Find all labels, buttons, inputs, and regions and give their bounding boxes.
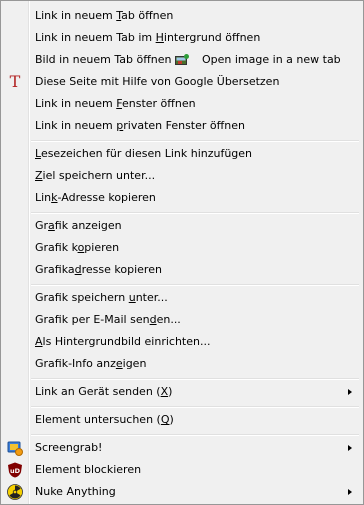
submenu-arrow-icon [348,489,352,495]
ublock-icon: uD [8,462,22,478]
submenu-arrow-icon [348,389,352,395]
menu-item-label: Grafik-Info anzeigen [35,357,147,370]
menu-item-copy-image[interactable]: Grafik kopieren [1,237,363,259]
menu-item-extra-label: Open image in a new tab [202,53,341,66]
menu-item-label: Lesezeichen für diesen Link hinzufügen [35,147,253,160]
translate-icon: T [9,72,21,91]
menu-item-label: Grafikadresse kopieren [35,263,162,276]
menu-item-google-translate[interactable]: T Diese Seite mit Hilfe von Google Übers… [1,71,363,93]
menu-item-open-link-new-window[interactable]: Link in neuem Fenster öffnen [1,93,363,115]
menu-item-send-link-to-device[interactable]: Link an Gerät senden (X) [1,381,363,403]
menu-item-label: Nuke Anything [35,485,116,498]
menu-item-label: Ziel speichern unter... [35,169,156,182]
menu-item-label: Element blockieren [35,463,142,476]
menu-item-label: Link in neuem Fenster öffnen [35,97,196,110]
menu-item-label: Link-Adresse kopieren [35,191,156,204]
menu-item-copy-link-address[interactable]: Link-Adresse kopieren [1,187,363,209]
menu-item-save-link-as[interactable]: Ziel speichern unter... [1,165,363,187]
menu-item-view-image-info[interactable]: Grafik-Info anzeigen [1,353,363,375]
menu-item-label: Grafik per E-Mail senden... [35,313,181,326]
menu-item-label: Link in neuem Tab im Hintergrund öffnen [35,31,261,44]
menu-separator [31,284,359,286]
menu-item-label: Grafik speichern unter... [35,291,168,304]
menu-separator [31,140,359,142]
context-menu: Link in neuem Tab öffnen Link in neuem T… [0,0,364,505]
menu-item-label: Diese Seite mit Hilfe von Google Überset… [35,75,280,88]
menu-item-label: Bild in neuem Tab öffnen [35,53,172,66]
menu-item-inspect-element[interactable]: Element untersuchen (Q) [1,409,363,431]
menu-item-open-image-new-tab[interactable]: Bild in neuem Tab öffnen Open image in a… [1,49,363,71]
menu-item-label: Link in neuem privaten Fenster öffnen [35,119,245,132]
menu-item-open-link-background-tab[interactable]: Link in neuem Tab im Hintergrund öffnen [1,27,363,49]
menu-item-label: Grafik kopieren [35,241,120,254]
menu-item-copy-image-address[interactable]: Grafikadresse kopieren [1,259,363,281]
menu-item-label: Element untersuchen (Q) [35,413,174,426]
menu-item-open-link-private-window[interactable]: Link in neuem privaten Fenster öffnen [1,115,363,137]
menu-item-bookmark-link[interactable]: Lesezeichen für diesen Link hinzufügen [1,143,363,165]
menu-item-view-image[interactable]: Grafik anzeigen [1,215,363,237]
svg-text:uD: uD [10,467,21,475]
menu-item-email-image[interactable]: Grafik per E-Mail senden... [1,309,363,331]
screengrab-icon [7,441,23,456]
menu-item-label: Als Hintergrundbild einrichten... [35,335,211,348]
menu-item-label: Link an Gerät senden (X) [35,385,173,398]
submenu-arrow-icon [348,445,352,451]
menu-item-label: Grafik anzeigen [35,219,122,232]
menu-item-nuke-anything[interactable]: Nuke Anything [1,481,363,503]
menu-item-save-image-as[interactable]: Grafik speichern unter... [1,287,363,309]
menu-item-open-link-new-tab[interactable]: Link in neuem Tab öffnen [1,5,363,27]
menu-item-label: Screengrab! [35,441,103,454]
menu-separator [31,212,359,214]
menu-item-set-desktop-background[interactable]: Als Hintergrundbild einrichten... [1,331,363,353]
menu-item-screengrab[interactable]: Screengrab! [1,437,363,459]
menu-item-block-element[interactable]: uD Element blockieren [1,459,363,481]
image-icon [175,54,189,65]
radiation-icon [7,484,23,500]
menu-separator [31,378,359,380]
menu-separator [31,406,359,408]
menu-item-label: Link in neuem Tab öffnen [35,9,174,22]
menu-separator [31,434,359,436]
